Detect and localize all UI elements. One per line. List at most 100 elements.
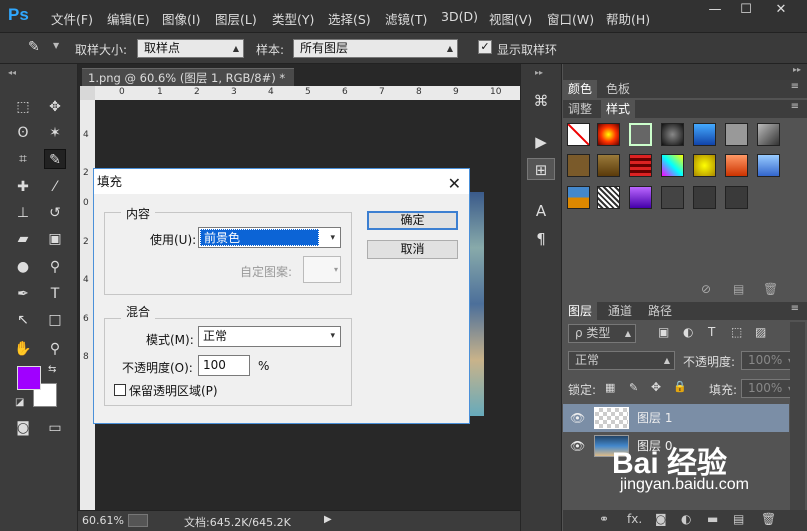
tab-adjustments[interactable]: 调整 <box>563 100 598 118</box>
hand-tool-icon[interactable]: ✋ <box>12 339 34 359</box>
adjustment-layer-icon[interactable]: ◐ <box>681 512 691 526</box>
rectangle-tool-icon[interactable]: □ <box>44 310 66 330</box>
style-none-swatch[interactable] <box>567 123 590 146</box>
foreground-color-swatch[interactable] <box>17 366 41 390</box>
panel-menu-icon[interactable]: ≡ <box>791 303 799 314</box>
restore-button[interactable]: ☐ <box>731 0 761 20</box>
eyedropper-tool-icon[interactable]: ✎ <box>44 149 66 169</box>
history-brush-tool-icon[interactable]: ↺ <box>44 203 66 223</box>
style-swatch[interactable] <box>661 186 684 209</box>
menu-layer[interactable]: 图层(L) <box>215 9 257 28</box>
group-folder-icon[interactable]: ▬ <box>707 512 718 526</box>
use-select[interactable]: 前景色 ▾ <box>198 227 341 248</box>
lock-transparent-icon[interactable]: ▦ <box>605 381 615 394</box>
lock-position-icon[interactable]: ✥ <box>651 380 661 394</box>
layer-row-selected[interactable]: 👁 图层 1 <box>563 404 789 432</box>
type-tool-icon[interactable]: T <box>44 284 66 304</box>
tool-preset-chevron-icon[interactable]: ▼ <box>53 41 59 50</box>
mode-select[interactable]: 正常 ▾ <box>198 326 341 347</box>
lock-pixels-icon[interactable]: ✎ <box>629 381 638 394</box>
visibility-eye-icon[interactable]: 👁 <box>570 404 585 432</box>
history-panel-icon[interactable]: ⌘ <box>527 90 555 112</box>
magic-wand-tool-icon[interactable]: ✶ <box>44 123 66 143</box>
menu-file[interactable]: 文件(F) <box>51 9 93 28</box>
style-swatch[interactable] <box>757 154 780 177</box>
layer-style-button[interactable]: fx. <box>627 512 642 526</box>
style-swatch[interactable] <box>567 186 590 209</box>
status-icon[interactable] <box>128 514 148 527</box>
style-swatch[interactable] <box>597 123 620 146</box>
status-menu-arrow-icon[interactable]: ▶ <box>324 514 332 525</box>
eyedropper-icon[interactable]: ✎ <box>28 39 40 55</box>
tab-layers[interactable]: 图层 <box>563 302 598 320</box>
tab-color[interactable]: 颜色 <box>563 80 598 98</box>
pattern-picker[interactable]: ▾ <box>303 256 341 283</box>
shape-filter-icon[interactable]: ⬚ <box>731 325 742 339</box>
cancel-button[interactable]: 取消 <box>367 240 458 259</box>
style-swatch[interactable] <box>725 186 748 209</box>
layer-fill-input[interactable]: 100%▾ <box>741 379 797 398</box>
lock-all-icon[interactable]: 🔒 <box>673 380 687 393</box>
tab-swatches[interactable]: 色板 <box>601 80 636 98</box>
style-swatch[interactable] <box>661 154 684 177</box>
dialog-title-bar[interactable]: 填充 ✕ <box>94 169 469 194</box>
horizontal-ruler[interactable]: 0 1 2 3 4 5 6 7 8 9 10 <box>95 86 520 100</box>
gradient-tool-icon[interactable]: ▣ <box>44 229 66 249</box>
new-style-icon[interactable]: ▤ <box>733 282 744 296</box>
panel-menu-icon[interactable]: ≡ <box>791 101 799 112</box>
style-swatch[interactable] <box>757 123 780 146</box>
style-swatch[interactable] <box>629 186 652 209</box>
document-tab[interactable]: 1.png @ 60.6% (图层 1, RGB/8#) * × <box>82 68 294 103</box>
tab-paths[interactable]: 路径 <box>643 302 678 320</box>
show-ring-checkbox[interactable]: ✓ <box>478 40 492 54</box>
marquee-tool-icon[interactable]: ⬚ <box>12 97 34 117</box>
style-swatch-selected[interactable] <box>629 123 652 146</box>
brush-tool-icon[interactable]: ⁄ <box>44 177 66 197</box>
expand-icon[interactable]: ▸▸ <box>535 68 543 77</box>
screen-mode-icon[interactable]: ▭ <box>44 418 66 438</box>
style-swatch[interactable] <box>693 186 716 209</box>
blend-mode-select[interactable]: 正常 ▲ <box>568 351 675 370</box>
canvas-image[interactable] <box>468 192 484 416</box>
type-filter-icon[interactable]: T <box>708 325 715 339</box>
menu-type[interactable]: 类型(Y) <box>272 9 314 28</box>
swap-colors-icon[interactable]: ⇆ <box>48 364 56 375</box>
menu-filter[interactable]: 滤镜(T) <box>385 9 427 28</box>
tab-styles[interactable]: 样式 <box>601 100 636 118</box>
eraser-tool-icon[interactable]: ▰ <box>12 229 34 249</box>
menu-image[interactable]: 图像(I) <box>162 9 200 28</box>
move-tool-icon[interactable]: ✥ <box>44 97 66 117</box>
pen-tool-icon[interactable]: ✒ <box>12 284 34 304</box>
sample-size-select[interactable]: 取样点 ▲ <box>137 39 244 58</box>
style-swatch[interactable] <box>597 186 620 209</box>
menu-help[interactable]: 帮助(H) <box>606 9 650 28</box>
properties-panel-icon[interactable]: ⊞ <box>527 158 555 180</box>
delete-layer-icon[interactable]: 🗑 <box>761 512 776 526</box>
zoom-tool-icon[interactable]: ⚲ <box>44 339 66 359</box>
style-swatch[interactable] <box>661 123 684 146</box>
clear-style-icon[interactable]: ⊘ <box>701 282 711 296</box>
menu-view[interactable]: 视图(V) <box>489 9 532 28</box>
smart-object-filter-icon[interactable]: ▨ <box>755 325 766 339</box>
layer-mask-icon[interactable]: ◙ <box>655 512 667 526</box>
default-colors-icon[interactable]: ◪ <box>15 397 24 408</box>
lasso-tool-icon[interactable]: ʘ <box>12 123 34 143</box>
style-swatch[interactable] <box>725 154 748 177</box>
delete-style-icon[interactable]: 🗑 <box>763 282 778 296</box>
menu-edit[interactable]: 编辑(E) <box>107 9 150 28</box>
style-swatch[interactable] <box>629 154 652 177</box>
visibility-eye-icon[interactable]: 👁 <box>570 432 585 460</box>
style-swatch[interactable] <box>725 123 748 146</box>
style-swatch[interactable] <box>693 123 716 146</box>
layer-opacity-input[interactable]: 100%▾ <box>741 351 797 370</box>
opacity-input[interactable]: 100 <box>198 355 250 376</box>
preserve-transparency-checkbox[interactable] <box>114 384 126 396</box>
ok-button[interactable]: 确定 <box>367 211 458 230</box>
collapse-icon[interactable]: ▸▸ <box>793 65 801 74</box>
character-panel-icon[interactable]: A <box>527 200 555 222</box>
style-swatch[interactable] <box>567 154 590 177</box>
blur-tool-icon[interactable]: ● <box>12 257 34 277</box>
crop-tool-icon[interactable]: ⌗ <box>12 149 34 169</box>
menu-3d[interactable]: 3D(D) <box>441 9 478 24</box>
style-swatch[interactable] <box>693 154 716 177</box>
